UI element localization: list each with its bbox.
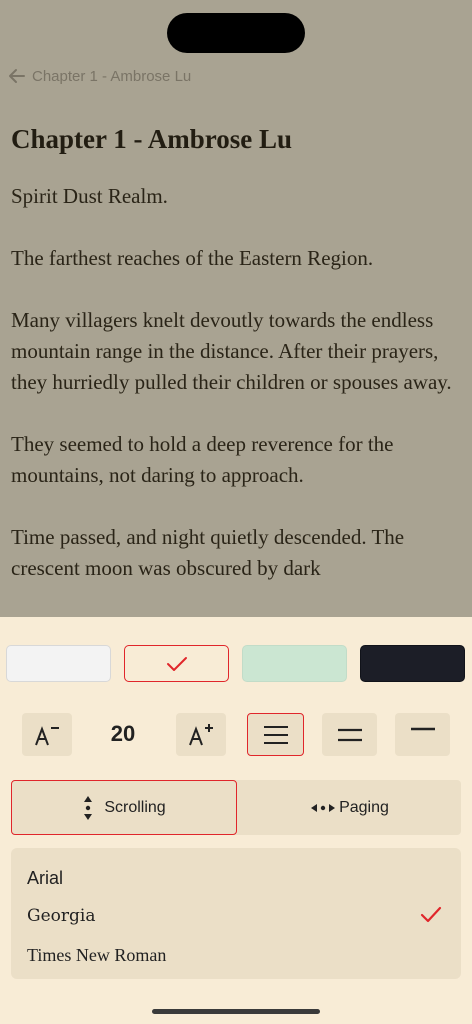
paragraph: They seemed to hold a deep reverence for… [11, 432, 394, 487]
reading-settings-panel: 20 Scrolling Paging Arial Georgia Times … [0, 617, 472, 1024]
scrolling-mode-button[interactable]: Scrolling [11, 780, 237, 835]
paragraph: Many villagers knelt devoutly towards th… [11, 308, 452, 394]
theme-green-swatch[interactable] [242, 645, 347, 682]
line-spacing-compact-button[interactable] [395, 713, 450, 756]
dynamic-island [167, 13, 305, 53]
paragraph: The farthest reaches of the Eastern Regi… [11, 246, 374, 270]
font-option-georgia[interactable]: Georgia [27, 906, 95, 926]
theme-white-swatch[interactable] [6, 645, 111, 682]
back-arrow-icon[interactable] [8, 67, 26, 85]
font-option-times-new-roman[interactable]: Times New Roman [27, 945, 166, 966]
chapter-title: Chapter 1 - Ambrose Lu [11, 124, 293, 154]
horizontal-page-icon [311, 803, 336, 812]
reading-mode-selector: Scrolling Paging [11, 780, 461, 835]
scrolling-label: Scrolling [104, 798, 166, 816]
increase-font-button[interactable] [176, 713, 226, 756]
line-spacing-wide-icon [263, 725, 288, 744]
reader-view: Chapter 1 - Ambrose Lu Chapter 1 - Ambro… [0, 0, 472, 617]
line-spacing-medium-button[interactable] [322, 713, 377, 756]
selected-check-icon [420, 906, 442, 929]
font-increase-icon [189, 723, 213, 745]
paragraph: Spirit Dust Realm. [11, 184, 168, 208]
check-icon [166, 656, 187, 671]
theme-sepia-swatch[interactable] [124, 645, 229, 682]
font-decrease-icon [35, 725, 59, 745]
paging-mode-button[interactable]: Paging [237, 780, 461, 835]
font-size-value: 20 [110, 721, 136, 746]
chapter-body: Spirit Dust Realm. The farthest reaches … [11, 181, 463, 615]
font-family-list: Arial Georgia Times New Roman [11, 848, 461, 979]
font-option-arial[interactable]: Arial [27, 868, 63, 889]
line-spacing-compact-icon [410, 727, 435, 730]
decrease-font-button[interactable] [22, 713, 72, 756]
line-spacing-wide-button[interactable] [247, 713, 304, 756]
line-spacing-medium-icon [337, 728, 362, 741]
paging-label: Paging [339, 798, 389, 816]
paragraph: Time passed, and night quietly descended… [11, 525, 405, 580]
vertical-scroll-icon [84, 795, 93, 820]
home-indicator[interactable] [152, 1009, 320, 1014]
theme-dark-swatch[interactable] [360, 645, 465, 682]
back-label[interactable]: Chapter 1 - Ambrose Lu [32, 68, 191, 85]
back-navigation[interactable]: Chapter 1 - Ambrose Lu [8, 64, 191, 88]
